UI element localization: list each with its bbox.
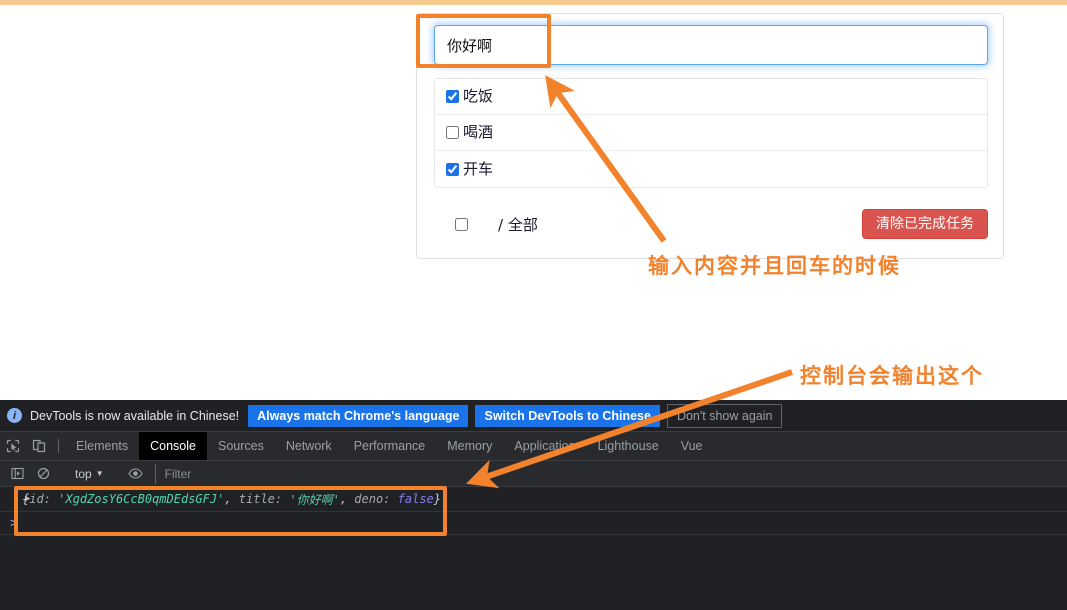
console-comma-1: , [224, 492, 239, 506]
console-context-label: top [75, 466, 92, 481]
devtools-language-notice: i DevTools is now available in Chinese! … [0, 400, 1067, 432]
prompt-caret: > [10, 515, 18, 531]
console-key-id: id: [29, 492, 51, 506]
todo-item[interactable]: 吃饭 [435, 79, 987, 115]
live-expression-icon[interactable] [123, 467, 149, 480]
todo-list: 吃饭 喝酒 开车 [434, 78, 988, 188]
console-divider [0, 534, 1067, 535]
notice-text: DevTools is now available in Chinese! [30, 408, 240, 423]
toggle-all-checkbox[interactable] [455, 217, 468, 231]
todo-item[interactable]: 开车 [435, 151, 987, 187]
expand-arrow-icon[interactable]: ▶ [25, 494, 30, 504]
todo-item-checkbox[interactable] [446, 162, 459, 176]
todo-count-summary: / 全部 [498, 215, 538, 234]
todo-item-checkbox[interactable] [446, 126, 459, 139]
clear-completed-button[interactable]: 清除已完成任务 [862, 209, 988, 239]
info-icon: i [7, 408, 22, 423]
device-toolbar-icon[interactable] [26, 432, 52, 460]
dont-show-again-button[interactable]: Don't show again [666, 403, 783, 428]
todo-footer: / 全部 清除已完成任务 [434, 200, 988, 248]
todo-input-wrapper [434, 25, 988, 65]
tab-network[interactable]: Network [275, 432, 343, 460]
console-value-deno: false [397, 492, 434, 506]
tab-application[interactable]: Application [503, 432, 586, 460]
console-value-title: '你好啊' [289, 492, 340, 507]
todo-card: 吃饭 喝酒 开车 / 全部 清除已完成任务 [416, 13, 1004, 259]
annotation-text-input: 输入内容并且回车的时候 [648, 254, 901, 278]
devtools-tab-bar: Elements Console Sources Network Perform… [0, 432, 1067, 461]
inspect-element-icon[interactable] [0, 432, 26, 460]
todo-item-checkbox[interactable] [446, 90, 459, 103]
console-filter-input[interactable] [154, 463, 1067, 484]
tab-vue[interactable]: Vue [670, 432, 714, 460]
console-context-selector[interactable]: top ▼ [69, 467, 110, 481]
tab-performance[interactable]: Performance [343, 432, 437, 460]
annotation-text-console: 控制台会输出这个 [800, 364, 984, 388]
todo-item-label: 开车 [463, 159, 494, 178]
console-toolbar: top ▼ [0, 461, 1067, 487]
console-key-deno: deno: [354, 492, 391, 506]
console-message-row[interactable]: ▶ { id: 'XgdZosY6CcB0qmDEdsGFJ' , title:… [0, 487, 1067, 512]
console-close-brace: } [433, 492, 441, 506]
clear-console-icon[interactable] [30, 467, 56, 480]
toolbar-divider [58, 439, 59, 453]
console-output-area[interactable]: ▶ { id: 'XgdZosY6CcB0qmDEdsGFJ' , title:… [0, 487, 1067, 610]
console-value-id: 'XgdZosY6CcB0qmDEdsGFJ' [58, 492, 225, 506]
console-comma-2: , [339, 492, 355, 506]
console-input-prompt[interactable]: > [0, 512, 1067, 534]
todo-item[interactable]: 喝酒 [435, 115, 987, 151]
console-key-title: title: [238, 492, 283, 506]
tab-lighthouse[interactable]: Lighthouse [587, 432, 670, 460]
chevron-down-icon: ▼ [95, 469, 104, 478]
tab-elements[interactable]: Elements [65, 432, 139, 460]
switch-devtools-language-button[interactable]: Switch DevTools to Chinese [475, 404, 660, 427]
new-todo-input[interactable] [434, 25, 988, 65]
always-match-language-button[interactable]: Always match Chrome's language [248, 404, 469, 427]
tab-console[interactable]: Console [139, 432, 207, 460]
todo-item-label: 喝酒 [463, 123, 494, 141]
show-console-sidebar-icon[interactable] [4, 467, 30, 480]
devtools-panel: i DevTools is now available in Chinese! … [0, 400, 1067, 610]
tab-memory[interactable]: Memory [436, 432, 503, 460]
web-page-area: 吃饭 喝酒 开车 / 全部 清除已完成任务 [0, 5, 1067, 400]
tab-sources[interactable]: Sources [207, 432, 275, 460]
todo-item-label: 吃饭 [463, 87, 494, 105]
